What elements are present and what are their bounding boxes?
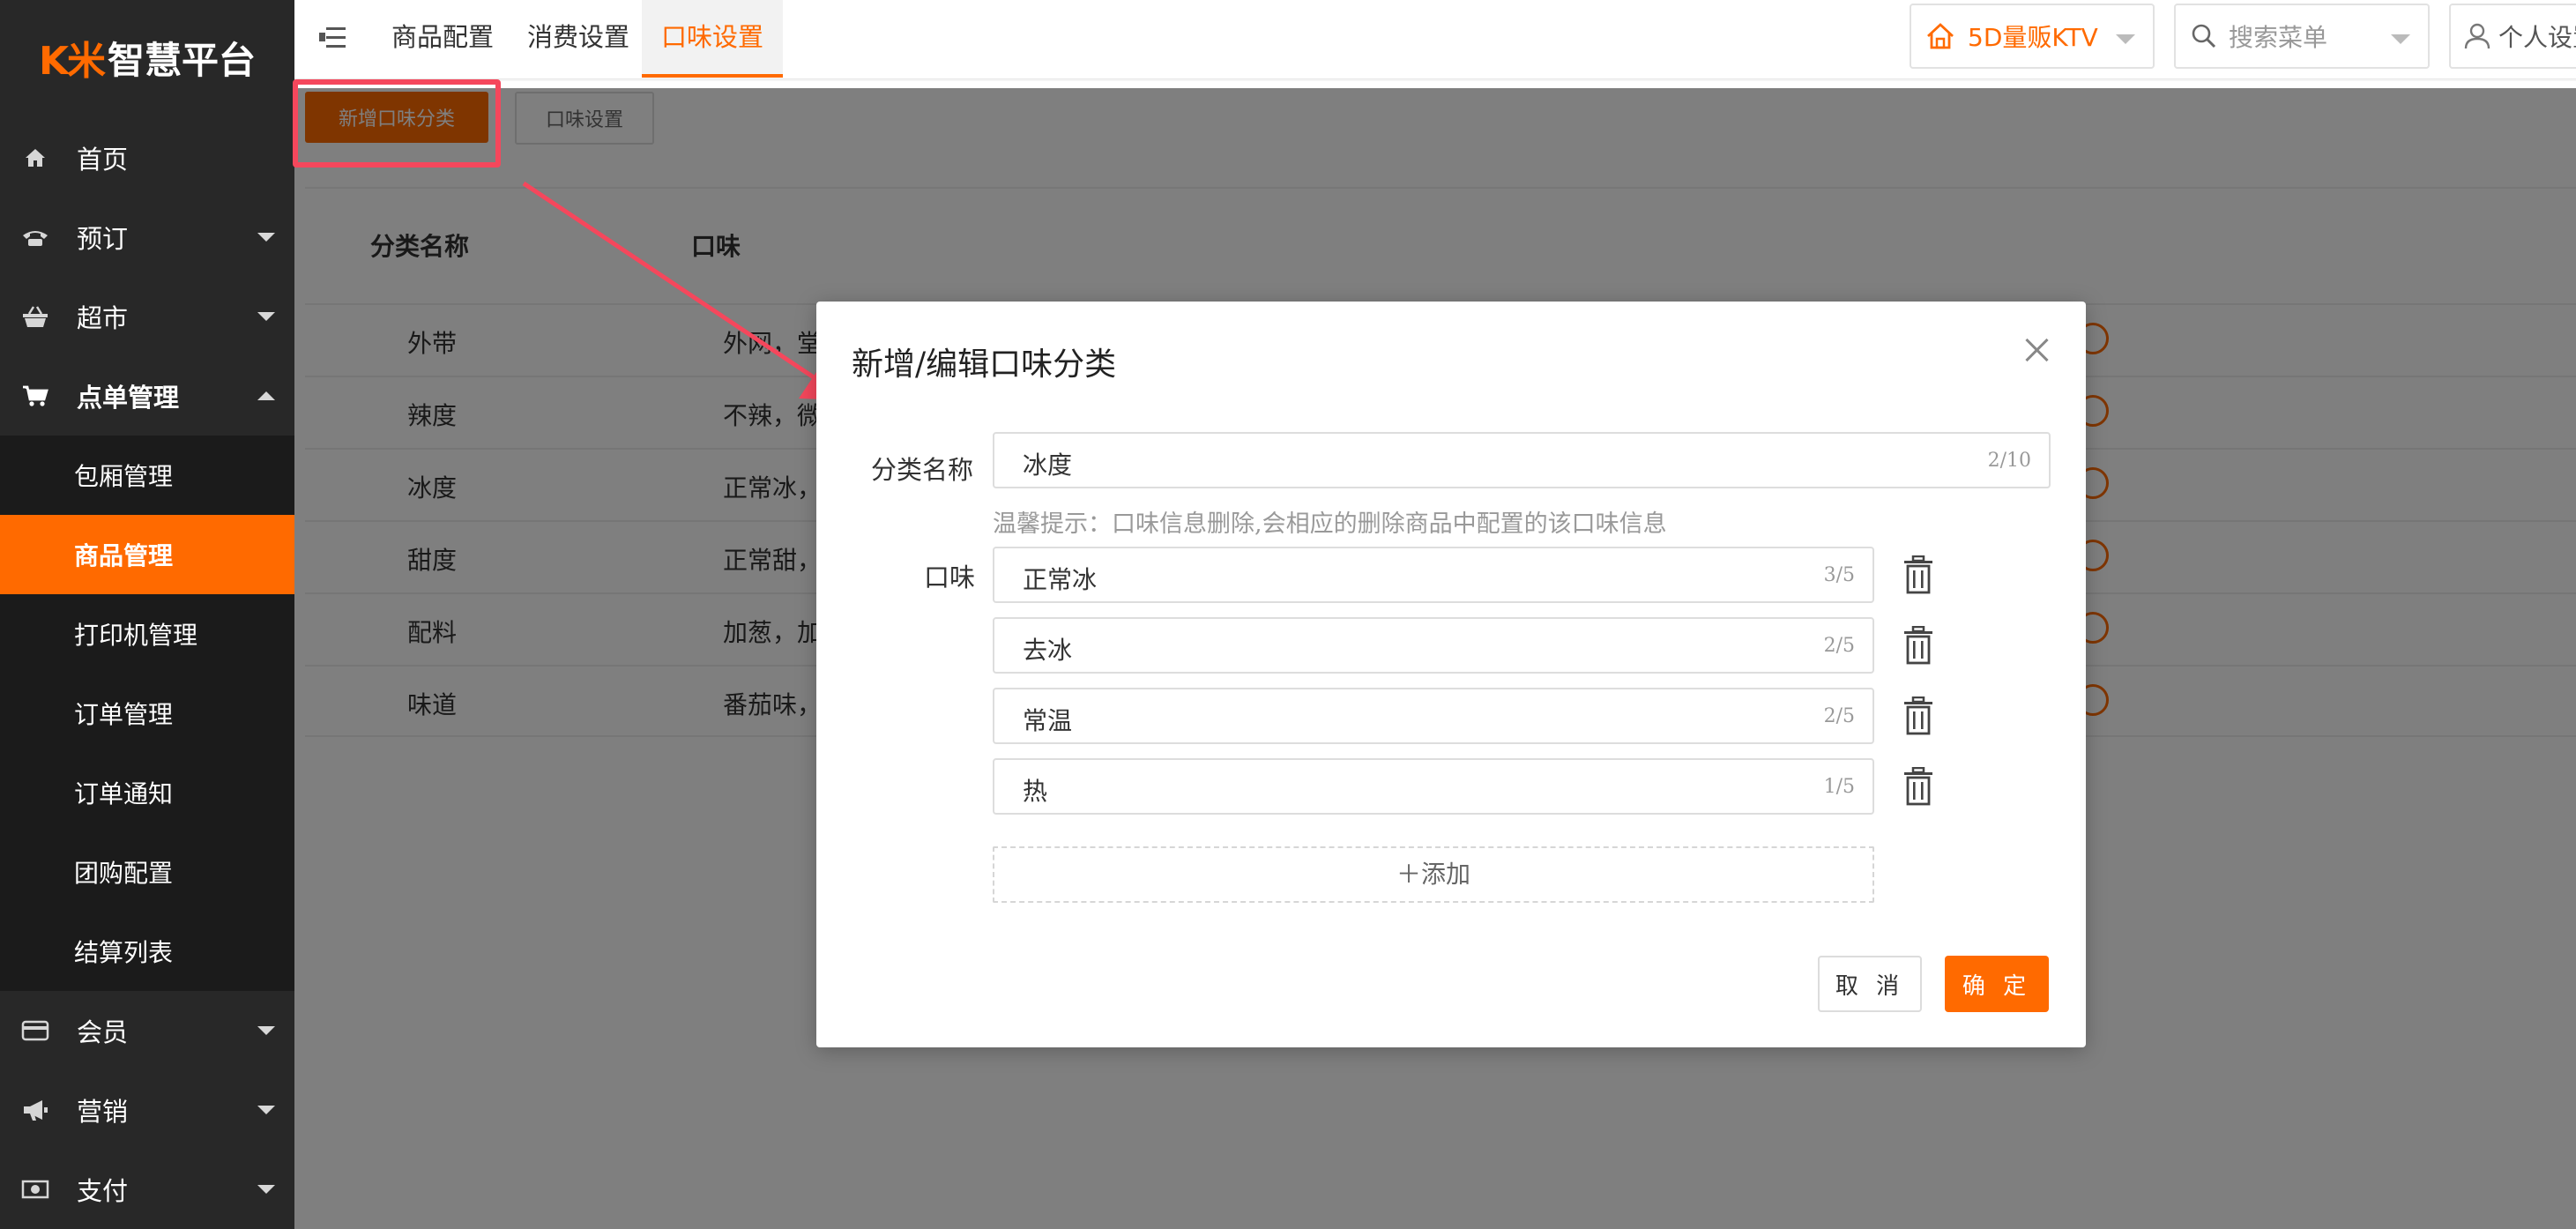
char-counter: 1/5 bbox=[1823, 776, 1855, 798]
trash-icon[interactable] bbox=[1901, 555, 1936, 594]
dialog-title: 新增/编辑口味分类 bbox=[852, 346, 1117, 383]
char-counter: 2/5 bbox=[1823, 635, 1855, 657]
flavor-value: 热 bbox=[1023, 777, 1048, 806]
delete-warning-hint: 温馨提示：口味信息删除,会相应的删除商品中配置的该口味信息 bbox=[993, 510, 1667, 538]
flavor-input[interactable]: 常温 2/5 bbox=[993, 688, 1874, 744]
category-name-label: 分类名称 bbox=[871, 455, 974, 485]
cancel-button[interactable]: 取 消 bbox=[1818, 956, 1922, 1012]
flavor-input[interactable]: 热 1/5 bbox=[993, 758, 1874, 815]
flavor-input[interactable]: 正常冰 3/5 bbox=[993, 547, 1874, 603]
category-name-value: 冰度 bbox=[1023, 451, 1073, 480]
flavor-label: 口味 bbox=[924, 562, 976, 592]
char-counter: 2/10 bbox=[1987, 450, 2031, 472]
category-name-input[interactable]: 冰度 2/10 bbox=[993, 432, 2051, 488]
trash-icon[interactable] bbox=[1901, 625, 1936, 665]
trash-icon[interactable] bbox=[1901, 696, 1936, 735]
edit-flavor-category-dialog: 新增/编辑口味分类 分类名称 冰度 2/10 温馨提示：口味信息删除,会相应的删… bbox=[816, 302, 2086, 1047]
char-counter: 2/5 bbox=[1823, 705, 1855, 727]
close-icon[interactable] bbox=[2024, 337, 2051, 363]
flavor-value: 常温 bbox=[1023, 706, 1073, 735]
trash-icon[interactable] bbox=[1901, 766, 1936, 806]
add-flavor-button[interactable]: ＋添加 bbox=[993, 846, 1874, 903]
flavor-value: 去冰 bbox=[1023, 636, 1073, 665]
flavor-input[interactable]: 去冰 2/5 bbox=[993, 617, 1874, 674]
confirm-button[interactable]: 确 定 bbox=[1945, 956, 2049, 1012]
char-counter: 3/5 bbox=[1823, 564, 1855, 586]
flavor-value: 正常冰 bbox=[1023, 565, 1098, 594]
